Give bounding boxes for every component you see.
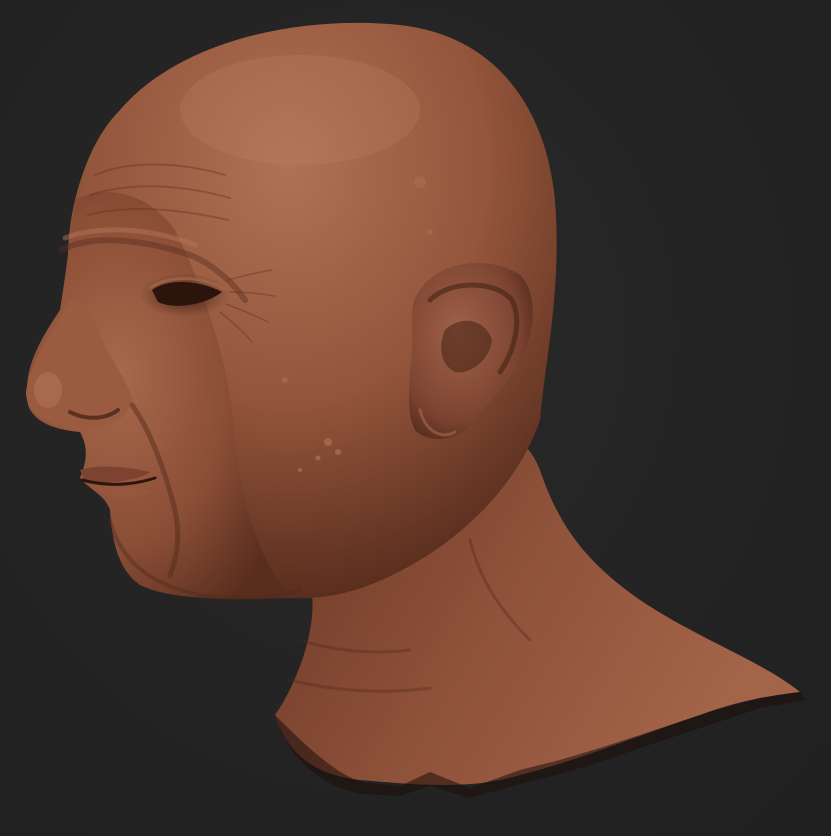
skull-highlight <box>180 55 420 165</box>
viewport-canvas[interactable] <box>0 0 831 836</box>
nose-highlight <box>34 372 62 408</box>
sculpted-head-model[interactable] <box>0 0 831 836</box>
